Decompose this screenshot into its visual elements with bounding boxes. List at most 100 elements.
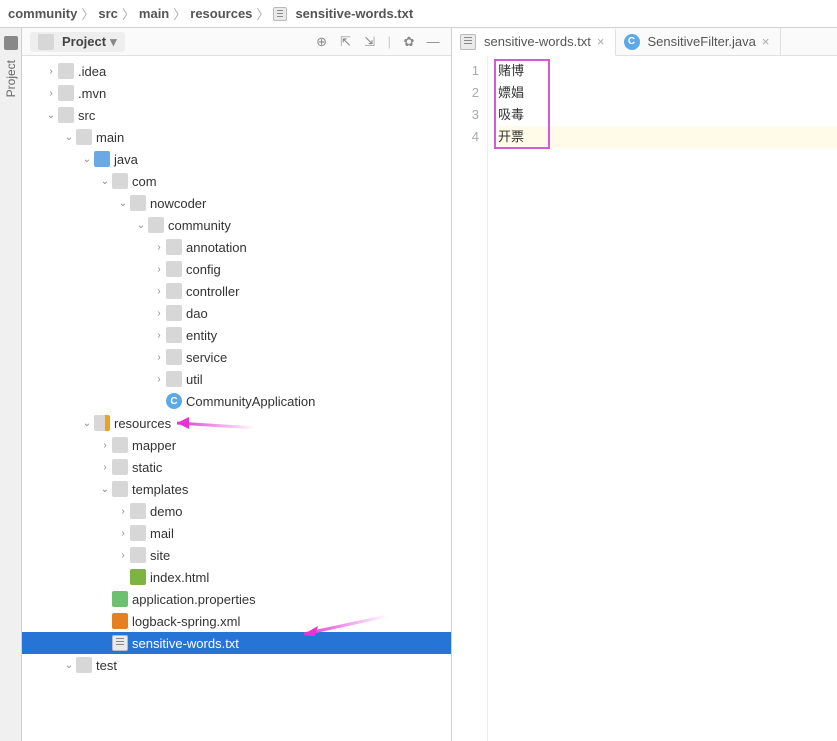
line-number: 4: [452, 126, 479, 148]
tree-item-index-html[interactable]: index.html: [22, 566, 451, 588]
editor-tab-SensitiveFilter-java[interactable]: CSensitiveFilter.java×: [616, 28, 781, 55]
chevron-down-icon[interactable]: ⌄: [116, 198, 130, 209]
close-tab-icon[interactable]: ×: [760, 34, 772, 49]
chevron-down-icon[interactable]: ⌄: [80, 418, 94, 429]
breadcrumb-item[interactable]: src: [98, 6, 118, 21]
tree-item-demo[interactable]: › demo: [22, 500, 451, 522]
breadcrumb-item[interactable]: main: [139, 6, 169, 21]
tree-item-mail[interactable]: ›mail: [22, 522, 451, 544]
tree-item-controller[interactable]: › controller: [22, 280, 451, 302]
tree-item--idea[interactable]: › .idea: [22, 60, 451, 82]
project-view-selector[interactable]: Project ▾: [30, 32, 125, 52]
tree-item--mvn[interactable]: ›.mvn: [22, 82, 451, 104]
tree-item-test[interactable]: ⌄test: [22, 654, 451, 676]
tree-item-java[interactable]: ⌄java: [22, 148, 451, 170]
tree-item-service[interactable]: › service: [22, 346, 451, 368]
project-tree[interactable]: ›.idea›.mvn⌄src⌄main⌄java⌄com⌄nowcoder⌄c…: [22, 56, 451, 741]
pkg-icon: [166, 283, 182, 299]
chevron-down-icon[interactable]: ⌄: [98, 484, 112, 495]
tree-item-templates[interactable]: ⌄templates: [22, 478, 451, 500]
xml-icon: [112, 613, 128, 629]
tree-item-application-properties[interactable]: application.properties: [22, 588, 451, 610]
tree-item-static[interactable]: › static: [22, 456, 451, 478]
editor-tab-sensitive-words-txt[interactable]: sensitive-words.txt×: [452, 29, 616, 56]
breadcrumb-separator: 〉: [122, 4, 135, 23]
tree-item-label: static: [132, 460, 162, 475]
tree-item-label: dao: [186, 306, 208, 321]
folder-icon: [94, 415, 110, 431]
hide-icon[interactable]: —: [423, 32, 443, 52]
project-panel: Project ▾ ⊕ ⇱ ⇲ | ✿ — ›.idea›.mvn⌄src⌄ma…: [22, 28, 452, 741]
chevron-right-icon[interactable]: ›: [152, 286, 166, 297]
pkg-icon: [166, 371, 182, 387]
tree-item-label: entity: [186, 328, 217, 343]
expand-all-icon[interactable]: ⇱: [336, 32, 356, 52]
chevron-down-icon[interactable]: ⌄: [62, 132, 76, 143]
project-panel-header: Project ▾ ⊕ ⇱ ⇲ | ✿ —: [22, 28, 451, 56]
breadcrumb-separator: 〉: [81, 4, 94, 23]
project-tool-icon[interactable]: [4, 36, 18, 50]
tree-item-config[interactable]: ›config: [22, 258, 451, 280]
chevron-down-icon[interactable]: ⌄: [44, 110, 58, 121]
editor-tabs[interactable]: sensitive-words.txt×CSensitiveFilter.jav…: [452, 28, 837, 56]
chevron-right-icon[interactable]: ›: [152, 374, 166, 385]
tree-item-site[interactable]: ›site: [22, 544, 451, 566]
tree-item-annotation[interactable]: ›annotation: [22, 236, 451, 258]
code-editor[interactable]: 1234 赌博嫖娼吸毒开票: [452, 56, 837, 741]
locate-icon[interactable]: ⊕: [312, 32, 332, 52]
tree-item-main[interactable]: ⌄ main: [22, 126, 451, 148]
settings-icon[interactable]: ✿: [399, 32, 419, 52]
line-number: 1: [452, 60, 479, 82]
chevron-down-icon[interactable]: ⌄: [80, 154, 94, 165]
tree-item-util[interactable]: ›util: [22, 368, 451, 390]
chevron-right-icon[interactable]: ›: [44, 66, 58, 77]
chevron-right-icon[interactable]: ›: [152, 330, 166, 341]
chevron-right-icon[interactable]: ›: [116, 528, 130, 539]
chevron-right-icon[interactable]: ›: [152, 242, 166, 253]
tree-item-nowcoder[interactable]: ⌄nowcoder: [22, 192, 451, 214]
tree-item-label: main: [96, 130, 124, 145]
class-icon: C: [166, 393, 182, 409]
tree-item-community[interactable]: ⌄community: [22, 214, 451, 236]
folder-icon: [130, 503, 146, 519]
tree-item-entity[interactable]: › entity: [22, 324, 451, 346]
collapse-all-icon[interactable]: ⇲: [360, 32, 380, 52]
folder-icon: [94, 151, 110, 167]
tree-item-label: controller: [186, 284, 239, 299]
code-lines[interactable]: 赌博嫖娼吸毒开票: [488, 56, 837, 741]
breadcrumb-separator: 〉: [256, 4, 269, 23]
chevron-right-icon[interactable]: ›: [152, 308, 166, 319]
breadcrumb-label: src: [98, 6, 118, 21]
chevron-down-icon[interactable]: ⌄: [134, 220, 148, 231]
close-tab-icon[interactable]: ×: [595, 34, 607, 49]
tree-item-label: demo: [150, 504, 183, 519]
chevron-right-icon[interactable]: ›: [116, 550, 130, 561]
pkg-icon: [166, 349, 182, 365]
dropdown-icon: ▾: [110, 34, 117, 50]
tree-item-com[interactable]: ⌄com: [22, 170, 451, 192]
tree-item-label: service: [186, 350, 227, 365]
pkg-icon: [166, 239, 182, 255]
chevron-right-icon[interactable]: ›: [116, 506, 130, 517]
tree-item-CommunityApplication[interactable]: CCommunityApplication: [22, 390, 451, 412]
chevron-right-icon[interactable]: ›: [98, 462, 112, 473]
breadcrumb-item[interactable]: sensitive-words.txt: [273, 6, 413, 21]
pkg-icon: [148, 217, 164, 233]
breadcrumb-label: resources: [190, 6, 252, 21]
chevron-right-icon[interactable]: ›: [152, 352, 166, 363]
chevron-down-icon[interactable]: ⌄: [98, 176, 112, 187]
tree-item-src[interactable]: ⌄src: [22, 104, 451, 126]
tree-item-dao[interactable]: › dao: [22, 302, 451, 324]
chevron-down-icon[interactable]: ⌄: [62, 660, 76, 671]
chevron-right-icon[interactable]: ›: [44, 88, 58, 99]
breadcrumb-item[interactable]: community: [8, 6, 77, 21]
tree-item-label: resources: [114, 416, 171, 431]
chevron-right-icon[interactable]: ›: [152, 264, 166, 275]
chevron-right-icon[interactable]: ›: [98, 440, 112, 451]
breadcrumb-item[interactable]: resources: [190, 6, 252, 21]
breadcrumb[interactable]: community〉src〉main〉resources〉sensitive-w…: [0, 0, 837, 28]
tree-item-mapper[interactable]: ›mapper: [22, 434, 451, 456]
tree-item-label: .idea: [78, 64, 106, 79]
project-tool-label[interactable]: Project: [4, 56, 18, 101]
folder-icon: [76, 657, 92, 673]
